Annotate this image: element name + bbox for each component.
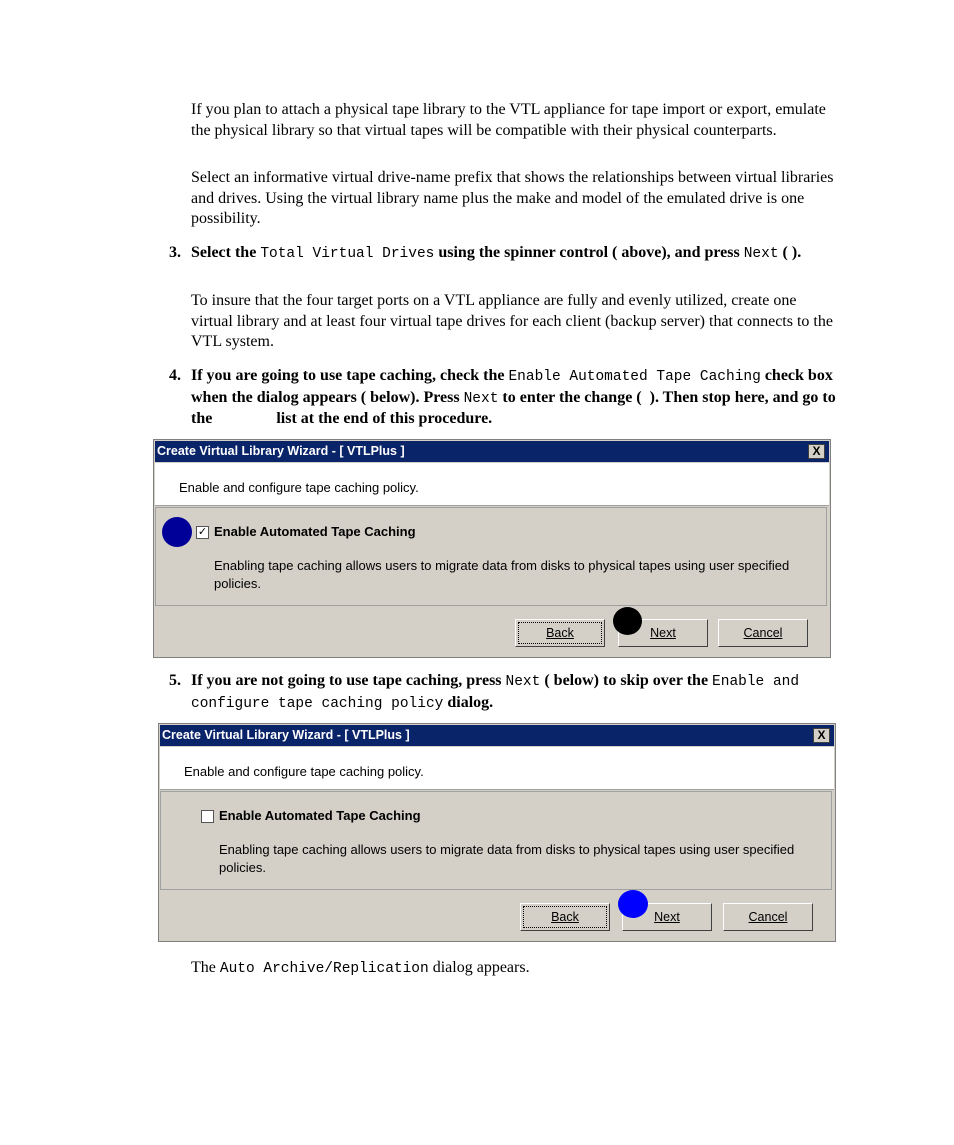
wizard-dialog-unchecked: Create Virtual Library Wizard - [ VTLPlu… — [158, 723, 836, 942]
code: Next — [505, 674, 541, 690]
text: ( below) to skip over the — [540, 672, 713, 689]
step-4-instruction: If you are going to use tape caching, ch… — [191, 366, 841, 430]
callout-circle-blue — [162, 517, 192, 547]
header-text: Enable and configure tape caching policy… — [184, 764, 424, 779]
step-3-paragraph: To insure that the four target ports on … — [191, 292, 833, 350]
code: Next — [463, 390, 499, 407]
step-4-number: 4. — [169, 367, 181, 384]
code: Enable Automated Tape Caching — [508, 369, 761, 385]
header-text: Enable and configure tape caching policy… — [179, 480, 419, 495]
title-bar: Create Virtual Library Wizard - [ VTLPlu… — [160, 725, 834, 746]
text: Select the — [191, 244, 261, 261]
cancel-button[interactable]: Cancel — [718, 619, 808, 647]
checkbox-label: Enable Automated Tape Caching — [214, 524, 416, 539]
code: Auto Archive/Replication — [219, 961, 429, 977]
description: Enabling tape caching allows users to mi… — [219, 842, 795, 875]
callout-circle-black — [613, 607, 642, 635]
cancel-button[interactable]: Cancel — [723, 903, 813, 931]
dialog-body: ✓ Enable Automated Tape Caching Enabling… — [155, 507, 827, 606]
dialog-header: Enable and configure tape caching policy… — [155, 463, 829, 506]
step-3-number: 3. — [169, 244, 181, 261]
text: The — [191, 959, 220, 976]
dialog-title: Create Virtual Library Wizard - [ VTLPlu… — [157, 444, 405, 458]
title-bar: Create Virtual Library Wizard - [ VTLPlu… — [155, 441, 829, 462]
dialog-title: Create Virtual Library Wizard - [ VTLPlu… — [162, 728, 410, 742]
close-button[interactable]: X — [813, 728, 830, 743]
text: If you are not going to use tape caching… — [191, 672, 506, 689]
callout-circle-blue — [618, 890, 648, 918]
description: Enabling tape caching allows users to mi… — [214, 558, 790, 591]
wizard-dialog-checked: Create Virtual Library Wizard - [ VTLPlu… — [153, 439, 831, 658]
checkbox-label: Enable Automated Tape Caching — [219, 808, 421, 823]
back-button[interactable]: Back — [515, 619, 605, 647]
dialog-body: Enable Automated Tape Caching Enabling t… — [160, 791, 832, 890]
text: dialog appears. — [428, 959, 530, 976]
closing-paragraph: The Auto Archive/Replication dialog appe… — [191, 958, 841, 980]
intro-paragraph-2: Select an informative virtual drive-name… — [191, 169, 834, 227]
step-5-instruction: If you are not going to use tape caching… — [191, 671, 841, 714]
enable-caching-checkbox[interactable]: ✓ — [196, 526, 209, 539]
text: If you are going to use tape caching, ch… — [191, 367, 509, 384]
document-page: If you plan to attach a physical tape li… — [0, 0, 954, 1145]
enable-caching-checkbox[interactable] — [201, 810, 214, 823]
intro-paragraph-1: If you plan to attach a physical tape li… — [191, 101, 826, 139]
step-5-number: 5. — [169, 672, 181, 689]
code: Next — [743, 246, 779, 262]
dialog-header: Enable and configure tape caching policy… — [160, 747, 834, 790]
text: using the spinner control ( above), and … — [434, 244, 744, 261]
step-3-instruction: Select the Total Virtual Drives using th… — [191, 243, 841, 265]
back-button[interactable]: Back — [520, 903, 610, 931]
text: dialog. — [443, 693, 494, 711]
code: Total Virtual Drives — [260, 246, 435, 262]
text: ( ). — [778, 244, 802, 261]
close-button[interactable]: X — [808, 444, 825, 459]
